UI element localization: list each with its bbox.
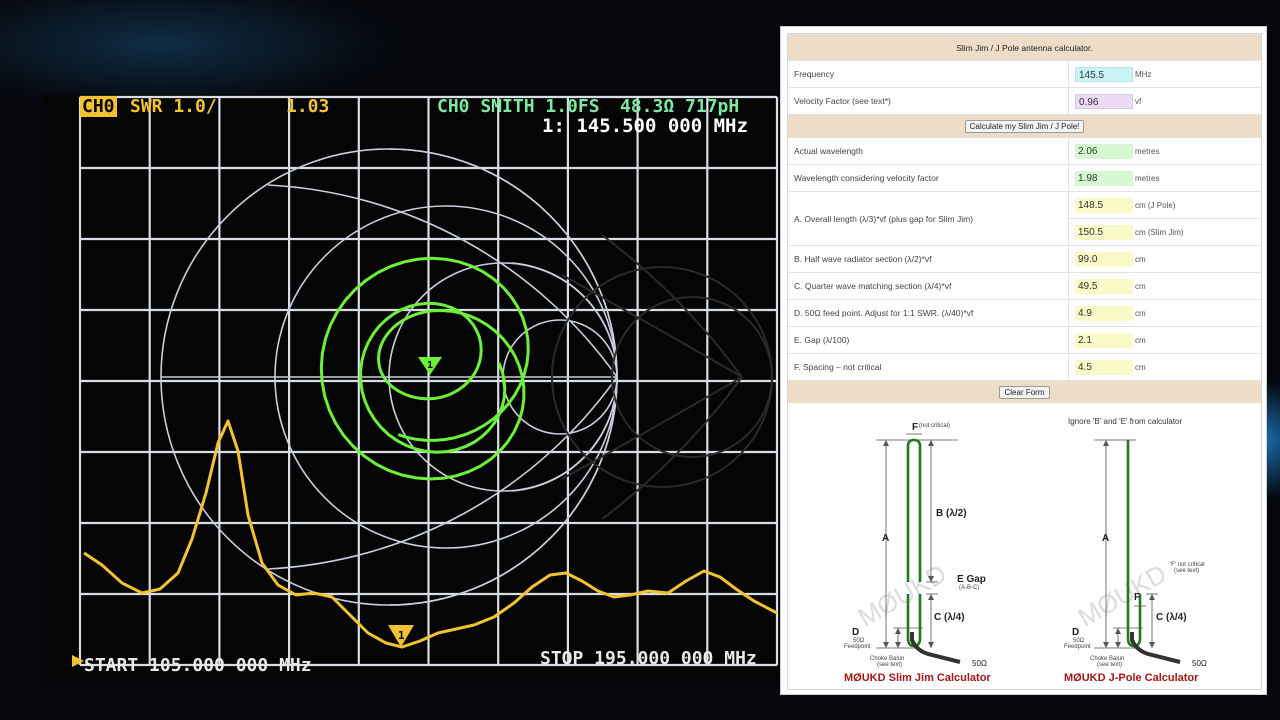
section-row: D. 50Ω feed point. Adjust for 1:1 SWR. (… [788, 299, 1261, 327]
smith-chart [160, 148, 618, 606]
section-b-value: 99.0 [1075, 251, 1133, 267]
velocity-factor-row: Velocity Factor (see text*) 0.96 vf [788, 87, 1261, 115]
vna-plot: 1 1 [72, 95, 779, 667]
velocity-factor-label: Velocity Factor (see text*) [788, 87, 1069, 115]
j-pole-caption: MØUKD J-Pole Calculator [1064, 672, 1199, 684]
calculator-table: Slim Jim / J Pole antenna calculator. Fr… [788, 34, 1261, 403]
marker-frequency-readout: 1: 145.500 000 MHz [542, 115, 748, 137]
vf-wavelength-unit: metres [1135, 173, 1160, 183]
j-label-c: C (λ/4) [1156, 612, 1187, 623]
overall-length-row: A. Overall length (λ/3)*vf (plus gap for… [788, 191, 1261, 246]
velocity-factor-unit: vf [1135, 96, 1142, 106]
section-e-label: E. Gap (λ/100) [788, 326, 1069, 354]
label-a: A [882, 533, 889, 544]
clear-form-button[interactable]: Clear Form [999, 385, 1050, 399]
j-label-f-note-2: (see text) [1174, 568, 1199, 574]
section-f-value: 4.5 [1075, 359, 1133, 375]
result-row: Actual wavelength 2.06 metres [788, 137, 1261, 165]
j-pole-header: Ignore 'B' and 'E' from calculator [1068, 417, 1183, 426]
j-pole-diagram: Ignore 'B' and 'E' from calculator MØUKD [1064, 417, 1207, 684]
section-c-label: C. Quarter wave matching section (λ/4)*v… [788, 272, 1069, 300]
label-d-note-2: Feedpoint [844, 644, 871, 650]
start-frequency-label: START 105.000 000 MHz [84, 655, 312, 676]
frequency-input[interactable]: 145.5 [1075, 66, 1133, 82]
antenna-diagrams: MØUKD F (not critical) A B (λ/2) E Gap (… [788, 410, 1261, 690]
section-d-unit: cm [1135, 308, 1146, 318]
calculator-frame: Slim Jim / J Pole antenna calculator. Fr… [787, 33, 1262, 690]
ch0-smith-label: CH0 SMITH 1.0FS [437, 96, 600, 117]
smith-marker: 1 [418, 357, 442, 375]
overall-jpole-value: 148.5 [1075, 197, 1133, 213]
overall-jpole-unit: cm (J Pole) [1135, 200, 1176, 210]
background-glow-left [0, 0, 400, 110]
frequency-label: Frequency [788, 60, 1069, 88]
section-c-value: 49.5 [1075, 278, 1133, 294]
section-b-unit: cm [1135, 254, 1146, 264]
label-e: E Gap [957, 574, 986, 585]
smith-marker-number: 1 [427, 360, 433, 371]
calculator-panel: Slim Jim / J Pole antenna calculator. Fr… [780, 26, 1267, 695]
slim-jim-diagram: MØUKD F (not critical) A B (λ/2) E Gap (… [844, 422, 991, 684]
section-row: B. Half wave radiator section (λ/2)*vf 9… [788, 245, 1261, 273]
vna-grid [78, 95, 779, 667]
ch0-badge: CH0 [80, 96, 117, 117]
velocity-factor-input[interactable]: 0.96 [1075, 93, 1133, 109]
section-e-unit: cm [1135, 335, 1146, 345]
actual-wavelength-unit: metres [1135, 146, 1160, 156]
j-label-d: D [1072, 627, 1079, 638]
j-ohms-label: 50Ω [1192, 659, 1207, 668]
ch0-swr-value: 1.03 [286, 96, 330, 117]
label-b: B (λ/2) [936, 508, 967, 519]
ch0-swr-label: SWR 1.0/ [130, 96, 217, 117]
vna-screen: 1 1 CH0 SWR 1.0/ 1.03 CH0 SMITH 1.0FS 48… [42, 95, 780, 683]
overall-slimjim-unit: cm (Slim Jim) [1135, 227, 1184, 237]
antenna-diagram-svg: MØUKD F (not critical) A B (λ/2) E Gap (… [844, 417, 1207, 684]
label-f: F [912, 422, 918, 433]
stop-frequency-label: STOP 195.000 000 MHz [540, 648, 757, 669]
ch0-smith-value: 48.3Ω 717pH [620, 96, 740, 117]
label-e-note: (A-B-C) [959, 585, 979, 591]
j-label-f: F [1134, 592, 1140, 603]
section-e-value: 2.1 [1075, 332, 1133, 348]
j-label-a: A [1102, 533, 1109, 544]
actual-wavelength-label: Actual wavelength [788, 137, 1069, 165]
calculator-title: Slim Jim / J Pole antenna calculator. [788, 34, 1261, 61]
choke-balun-note: (see text) [877, 662, 902, 668]
j-label-d-note-2: Feedpoint [1064, 644, 1091, 650]
overall-length-label: A. Overall length (λ/3)*vf (plus gap for… [788, 191, 1069, 246]
result-row: Wavelength considering velocity factor 1… [788, 164, 1261, 192]
section-b-label: B. Half wave radiator section (λ/2)*vf [788, 245, 1069, 273]
section-f-label: F. Spacing – not critical [788, 353, 1069, 381]
section-row: F. Spacing – not critical 4.5 cm [788, 353, 1261, 381]
section-row: E. Gap (λ/100) 2.1 cm [788, 326, 1261, 354]
section-f-unit: cm [1135, 362, 1146, 372]
video-frame: 1 1 CH0 SWR 1.0/ 1.03 CH0 SMITH 1.0FS 48… [0, 0, 1280, 720]
label-f-note: (not critical) [919, 423, 950, 429]
slim-jim-caption: MØUKD Slim Jim Calculator [844, 672, 991, 684]
frequency-row: Frequency 145.5 MHz [788, 60, 1261, 88]
section-d-value: 4.9 [1075, 305, 1133, 321]
actual-wavelength-value: 2.06 [1075, 143, 1133, 159]
section-row: C. Quarter wave matching section (λ/4)*v… [788, 272, 1261, 300]
section-c-unit: cm [1135, 281, 1146, 291]
label-c: C (λ/4) [934, 612, 965, 623]
j-choke-balun-note: (see text) [1097, 662, 1122, 668]
frequency-unit: MHz [1135, 69, 1152, 79]
calculate-button[interactable]: Calculate my Slim Jim / J Pole! [964, 119, 1085, 133]
vf-wavelength-label: Wavelength considering velocity factor [788, 164, 1069, 192]
swr-marker-number: 1 [398, 629, 405, 642]
section-d-label: D. 50Ω feed point. Adjust for 1:1 SWR. (… [788, 299, 1069, 327]
overall-slimjim-value: 150.5 [1075, 224, 1133, 240]
vf-wavelength-value: 1.98 [1075, 170, 1133, 186]
ohms-label: 50Ω [972, 659, 987, 668]
label-d: D [852, 627, 859, 638]
